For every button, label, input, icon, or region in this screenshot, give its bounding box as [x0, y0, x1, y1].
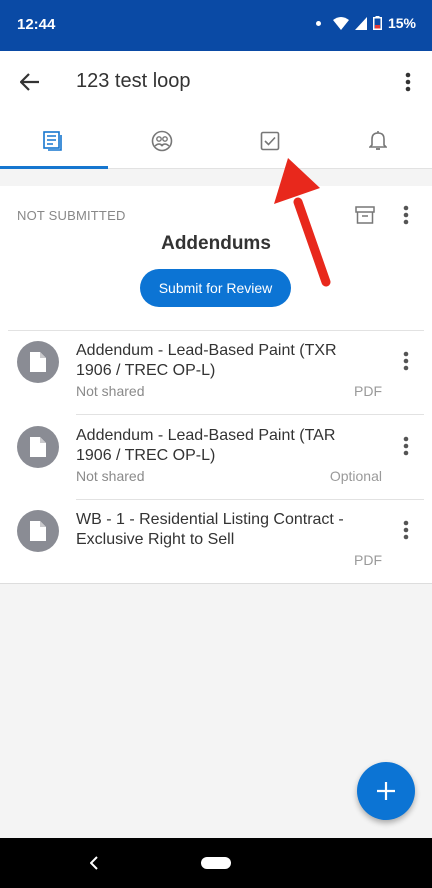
more-vertical-icon: [403, 205, 409, 225]
file-icon: [17, 341, 59, 383]
file-icon: [17, 426, 59, 468]
document-menu-button[interactable]: [396, 349, 416, 373]
tab-bar: [0, 113, 432, 169]
document-menu-button[interactable]: [396, 434, 416, 458]
more-vertical-icon: [403, 351, 409, 371]
add-fab-button[interactable]: [357, 762, 415, 820]
document-title: Addendum - Lead-Based Paint (TAR 1906 / …: [76, 427, 336, 464]
arrow-back-icon: [20, 73, 39, 91]
file-icon: [17, 510, 59, 552]
list-item[interactable]: Addendum - Lead-Based Paint (TXR 1906 / …: [0, 331, 432, 415]
system-home-button[interactable]: [201, 857, 231, 869]
plus-icon: [377, 782, 395, 800]
system-back-button[interactable]: [86, 854, 102, 872]
folder-menu-button[interactable]: [396, 203, 416, 227]
document-tag: PDF: [354, 552, 382, 568]
documents-icon: [43, 130, 62, 151]
notifications-bell-icon: [369, 131, 387, 150]
archive-icon: [355, 206, 375, 224]
list-item[interactable]: WB - 1 - Residential Listing Contract - …: [0, 500, 432, 584]
submission-status: NOT SUBMITTED: [17, 208, 126, 223]
sharing-status: Not shared: [76, 468, 145, 484]
status-bar: 12:44 15%: [0, 0, 432, 51]
tab-documents[interactable]: [0, 113, 108, 169]
status-indicators: 15%: [315, 15, 416, 31]
archive-button[interactable]: [353, 204, 377, 226]
tab-people[interactable]: [108, 113, 216, 168]
document-menu-button[interactable]: [396, 518, 416, 542]
more-vertical-icon: [403, 436, 409, 456]
folder-title: Addendums: [161, 233, 271, 254]
more-vertical-icon: [403, 520, 409, 540]
document-title: Addendum - Lead-Based Paint (TXR 1906 / …: [76, 342, 337, 379]
notification-dot-icon: [315, 20, 321, 26]
chevron-left-icon: [90, 856, 98, 870]
divider: [76, 414, 424, 415]
document-tag: Optional: [329, 468, 382, 484]
sharing-status: Not shared: [76, 383, 145, 399]
annotation-arrow-icon: [274, 158, 331, 287]
page-title: 123 test loop: [76, 70, 191, 92]
more-vertical-icon: [405, 72, 411, 92]
document-tag: PDF: [354, 383, 382, 399]
people-icon: [151, 130, 173, 151]
cell-signal-icon: [354, 16, 367, 30]
battery-percent: 15%: [387, 15, 416, 31]
app-bar: 123 test loop: [0, 51, 432, 113]
document-title: WB - 1 - Residential Listing Contract - …: [76, 511, 344, 548]
system-nav-bar: [0, 838, 432, 888]
back-button[interactable]: [16, 68, 44, 96]
wifi-icon: [332, 16, 349, 30]
overflow-menu-button[interactable]: [396, 67, 420, 97]
folder-card: NOT SUBMITTED Addendums Submit for Revie…: [0, 186, 432, 584]
list-item[interactable]: Addendum - Lead-Based Paint (TAR 1906 / …: [0, 416, 432, 500]
status-time: 12:44: [17, 16, 56, 33]
battery-icon: [372, 16, 382, 30]
